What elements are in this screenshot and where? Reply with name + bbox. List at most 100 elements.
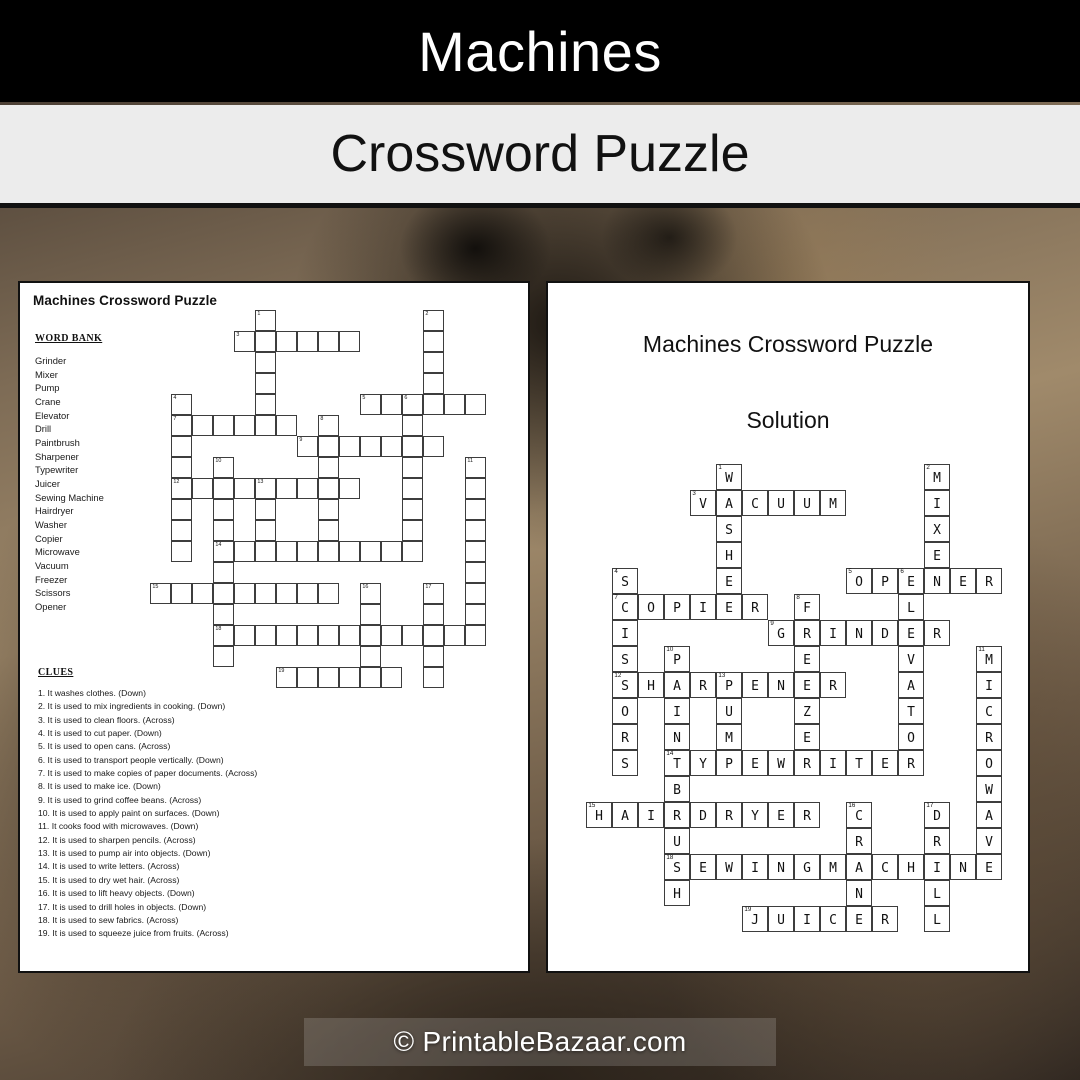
crossword-cell[interactable]: 4S [612,568,638,594]
crossword-cell[interactable]: E [716,594,742,620]
crossword-cell[interactable]: 5 [360,394,381,415]
crossword-cell[interactable] [402,541,423,562]
crossword-cell[interactable] [297,541,318,562]
crossword-cell[interactable]: Z [794,698,820,724]
crossword-cell[interactable]: I [976,672,1002,698]
crossword-cell[interactable]: 7 [171,415,192,436]
crossword-cell[interactable] [213,646,234,667]
crossword-cell[interactable]: 9 [297,436,318,457]
crossword-cell[interactable]: 18 S [664,854,690,880]
crossword-cell[interactable]: 3 [234,331,255,352]
crossword-cell[interactable]: I [820,620,846,646]
crossword-cell[interactable]: 10 [213,457,234,478]
crossword-cell[interactable]: A [898,672,924,698]
crossword-cell[interactable]: 18 [213,625,234,646]
crossword-cell[interactable]: E [794,724,820,750]
crossword-cell[interactable] [465,478,486,499]
crossword-cell[interactable]: E [976,854,1002,880]
crossword-cell[interactable]: 13 [255,478,276,499]
crossword-cell[interactable]: 6 [402,394,423,415]
crossword-cell[interactable] [171,499,192,520]
crossword-cell[interactable]: 15 [150,583,171,604]
crossword-cell[interactable]: R [794,620,820,646]
crossword-cell[interactable] [234,415,255,436]
crossword-cell[interactable]: B [664,776,690,802]
crossword-cell[interactable]: Y [742,802,768,828]
crossword-cell[interactable]: N [846,880,872,906]
crossword-cell[interactable] [213,415,234,436]
crossword-cell[interactable]: N [924,568,950,594]
crossword-cell[interactable]: A [664,672,690,698]
crossword-cell[interactable] [213,499,234,520]
crossword-cell[interactable]: 4 [171,394,192,415]
crossword-cell[interactable] [423,352,444,373]
crossword-cell[interactable] [423,604,444,625]
crossword-cell[interactable] [465,562,486,583]
crossword-cell[interactable]: O [976,750,1002,776]
crossword-cell[interactable] [255,499,276,520]
crossword-cell[interactable] [255,415,276,436]
crossword-cell[interactable] [297,625,318,646]
crossword-cell[interactable]: 11 M [976,646,1002,672]
crossword-cell[interactable]: N [768,854,794,880]
crossword-cell[interactable]: E [690,854,716,880]
crossword-cell[interactable]: E [742,672,768,698]
crossword-cell[interactable] [465,625,486,646]
crossword-cell[interactable]: 19 J [742,906,768,932]
crossword-cell[interactable] [255,541,276,562]
crossword-cell[interactable]: 16 C [846,802,872,828]
crossword-cell[interactable] [234,583,255,604]
crossword-cell[interactable] [234,478,255,499]
crossword-cell[interactable]: N [950,854,976,880]
crossword-cell[interactable]: P [716,750,742,776]
crossword-cell[interactable]: X [924,516,950,542]
crossword-cell[interactable]: T [898,698,924,724]
crossword-cell[interactable] [171,436,192,457]
crossword-cell[interactable]: R [924,828,950,854]
crossword-cell[interactable] [213,583,234,604]
crossword-cell[interactable] [276,415,297,436]
crossword-cell[interactable] [423,373,444,394]
crossword-cell[interactable] [381,625,402,646]
crossword-cell[interactable] [255,373,276,394]
crossword-cell[interactable] [465,583,486,604]
crossword-cell[interactable]: C [820,906,846,932]
crossword-cell[interactable] [276,583,297,604]
crossword-cell[interactable]: 11 [465,457,486,478]
crossword-cell[interactable] [318,667,339,688]
crossword-cell[interactable]: H [664,880,690,906]
crossword-cell[interactable]: U [716,698,742,724]
crossword-cell[interactable]: R [976,724,1002,750]
crossword-cell[interactable]: D [872,620,898,646]
crossword-cell[interactable]: R [820,672,846,698]
crossword-cell[interactable]: E [872,750,898,776]
crossword-cell[interactable] [234,541,255,562]
crossword-cell[interactable] [381,436,402,457]
crossword-cell[interactable]: O [612,698,638,724]
crossword-cell[interactable] [318,583,339,604]
crossword-cell[interactable]: A [976,802,1002,828]
crossword-cell[interactable]: R [794,750,820,776]
crossword-cell[interactable]: H [898,854,924,880]
crossword-cell[interactable]: P [664,594,690,620]
crossword-cell[interactable]: E [950,568,976,594]
crossword-cell[interactable]: 14 T [664,750,690,776]
crossword-cell[interactable]: R [664,802,690,828]
crossword-cell[interactable] [276,478,297,499]
crossword-cell[interactable]: 7C [612,594,638,620]
crossword-cell[interactable] [318,436,339,457]
crossword-cell[interactable]: 12 S [612,672,638,698]
crossword-cell[interactable]: 1 [255,310,276,331]
crossword-cell[interactable] [255,352,276,373]
crossword-cell[interactable]: 5O [846,568,872,594]
crossword-cell[interactable]: E [794,646,820,672]
crossword-cell[interactable] [402,520,423,541]
crossword-cell[interactable]: L [924,880,950,906]
crossword-cell[interactable]: M [820,490,846,516]
crossword-cell[interactable]: S [612,646,638,672]
crossword-cell[interactable]: A [612,802,638,828]
crossword-cell[interactable] [318,625,339,646]
crossword-cell[interactable] [255,331,276,352]
crossword-cell[interactable] [402,625,423,646]
crossword-cell[interactable]: N [768,672,794,698]
